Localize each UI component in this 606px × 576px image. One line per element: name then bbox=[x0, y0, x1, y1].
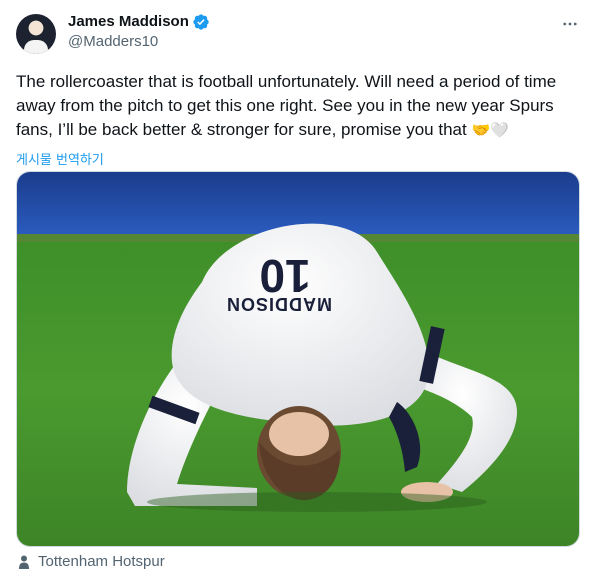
tweet-emojis: 🤝🤍 bbox=[471, 122, 509, 139]
tweet-card: James Maddison @Madders10 The rollercoas… bbox=[0, 0, 606, 576]
avatar[interactable] bbox=[16, 14, 56, 54]
verified-badge-icon[interactable] bbox=[192, 13, 210, 31]
display-name[interactable]: James Maddison bbox=[68, 12, 189, 32]
tweet-header: James Maddison @Madders10 bbox=[16, 12, 590, 60]
author-names: James Maddison @Madders10 bbox=[68, 12, 210, 52]
photo-illustration: 10 MADDISON bbox=[17, 172, 579, 546]
name-row: James Maddison bbox=[68, 12, 210, 32]
person-icon bbox=[19, 555, 29, 569]
shirt-name: MADDISON bbox=[226, 294, 332, 314]
handle[interactable]: @Madders10 bbox=[68, 32, 210, 52]
location-label[interactable]: Tottenham Hotspur bbox=[38, 553, 165, 570]
tweet-text: The rollercoaster that is football unfor… bbox=[16, 70, 586, 143]
svg-text:MADDISON: MADDISON bbox=[226, 294, 332, 314]
location-tag[interactable]: Tottenham Hotspur bbox=[16, 553, 165, 570]
translate-post-link[interactable]: 게시물 번역하기 bbox=[16, 149, 104, 168]
tweet-photo[interactable]: 10 MADDISON bbox=[16, 171, 580, 547]
more-options-icon[interactable] bbox=[560, 14, 580, 34]
avatar-shirt bbox=[24, 40, 48, 54]
